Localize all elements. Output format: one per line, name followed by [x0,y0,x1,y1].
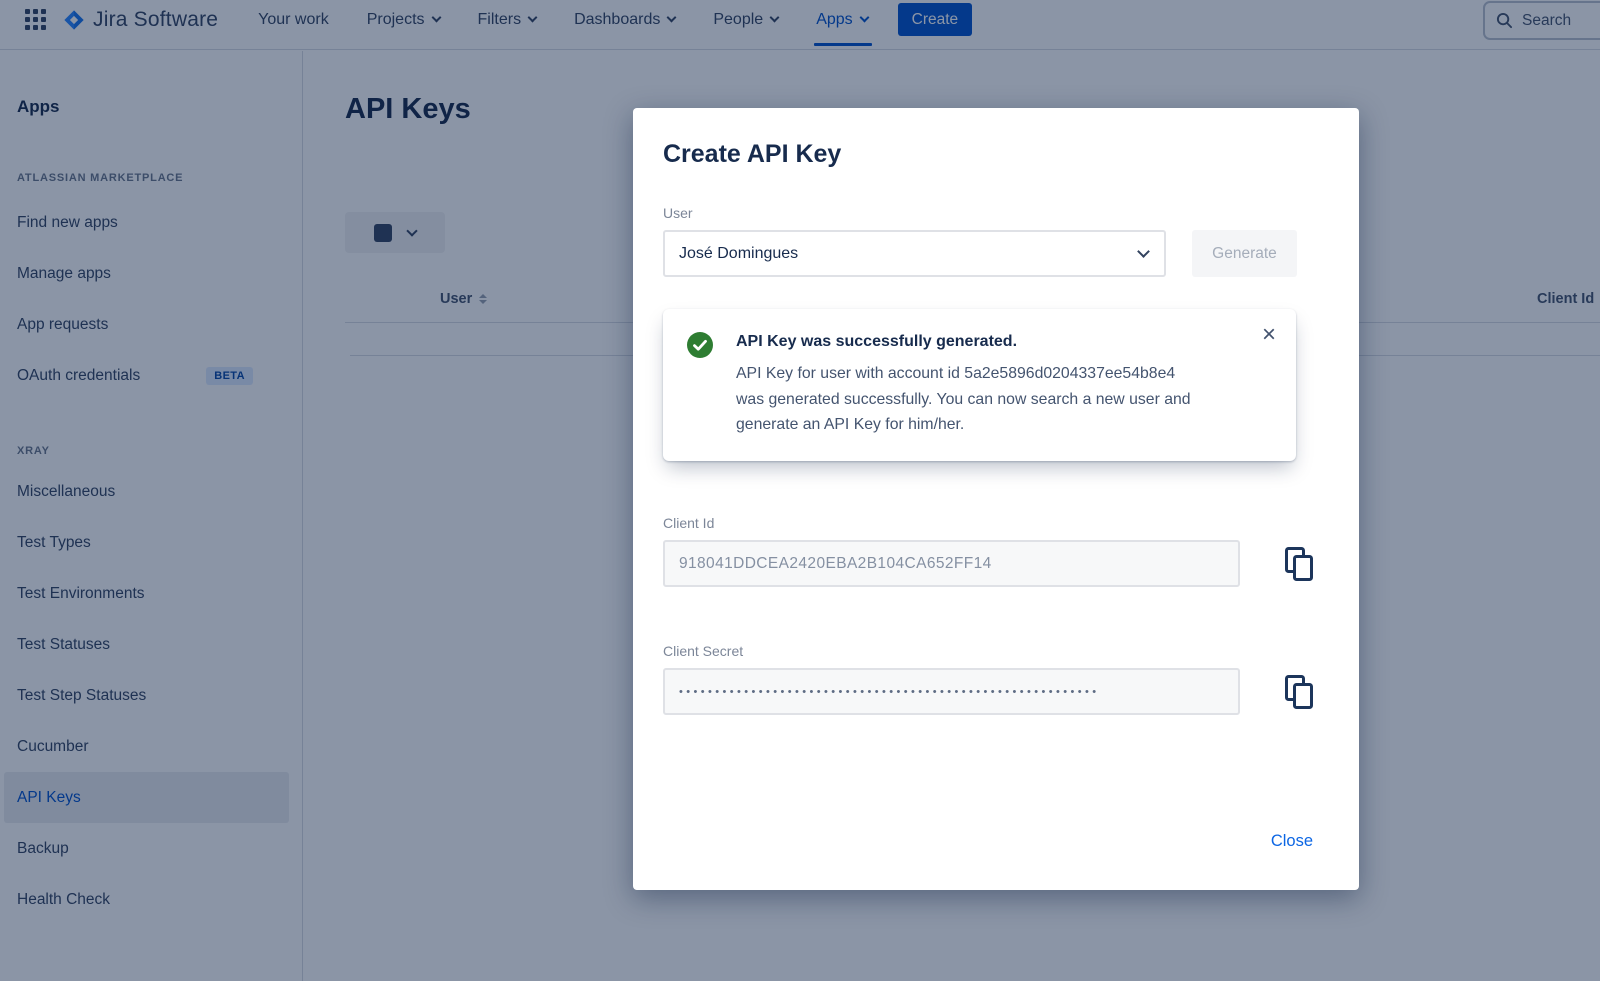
client-id-label: Client Id [663,515,1329,531]
application-root: Jira Software Your work Projects Filters… [0,0,1600,981]
flag-title: API Key was successfully generated. [736,332,1272,352]
user-select-value: José Domingues [679,245,798,263]
copy-client-id-button[interactable] [1285,547,1313,581]
client-secret-masked-value: ••••••••••••••••••••••••••••••••••••••••… [679,686,1100,698]
generate-button[interactable]: Generate [1192,230,1297,277]
copy-icon [1285,675,1313,709]
client-id-value: 918041DDCEA2420EBA2B104CA652FF14 [679,555,992,573]
copy-client-secret-button[interactable] [1285,675,1313,709]
user-select[interactable]: José Domingues [663,230,1166,277]
success-flag: API Key was successfully generated. API … [663,309,1296,461]
create-api-key-modal: Create API Key User José Domingues Gener… [633,108,1359,890]
flag-body: API Key for user with account id 5a2e589… [736,361,1272,438]
client-id-field: 918041DDCEA2420EBA2B104CA652FF14 [663,540,1240,587]
copy-icon [1285,547,1313,581]
success-check-icon [687,332,713,358]
user-field-label: User [663,205,1329,221]
modal-title: Create API Key [663,140,1329,169]
chevron-down-icon [1137,245,1150,258]
client-secret-field: ••••••••••••••••••••••••••••••••••••••••… [663,668,1240,715]
modal-close-button[interactable]: Close [1271,832,1313,851]
flag-close-icon[interactable]: × [1262,323,1276,347]
client-secret-label: Client Secret [663,643,1329,659]
